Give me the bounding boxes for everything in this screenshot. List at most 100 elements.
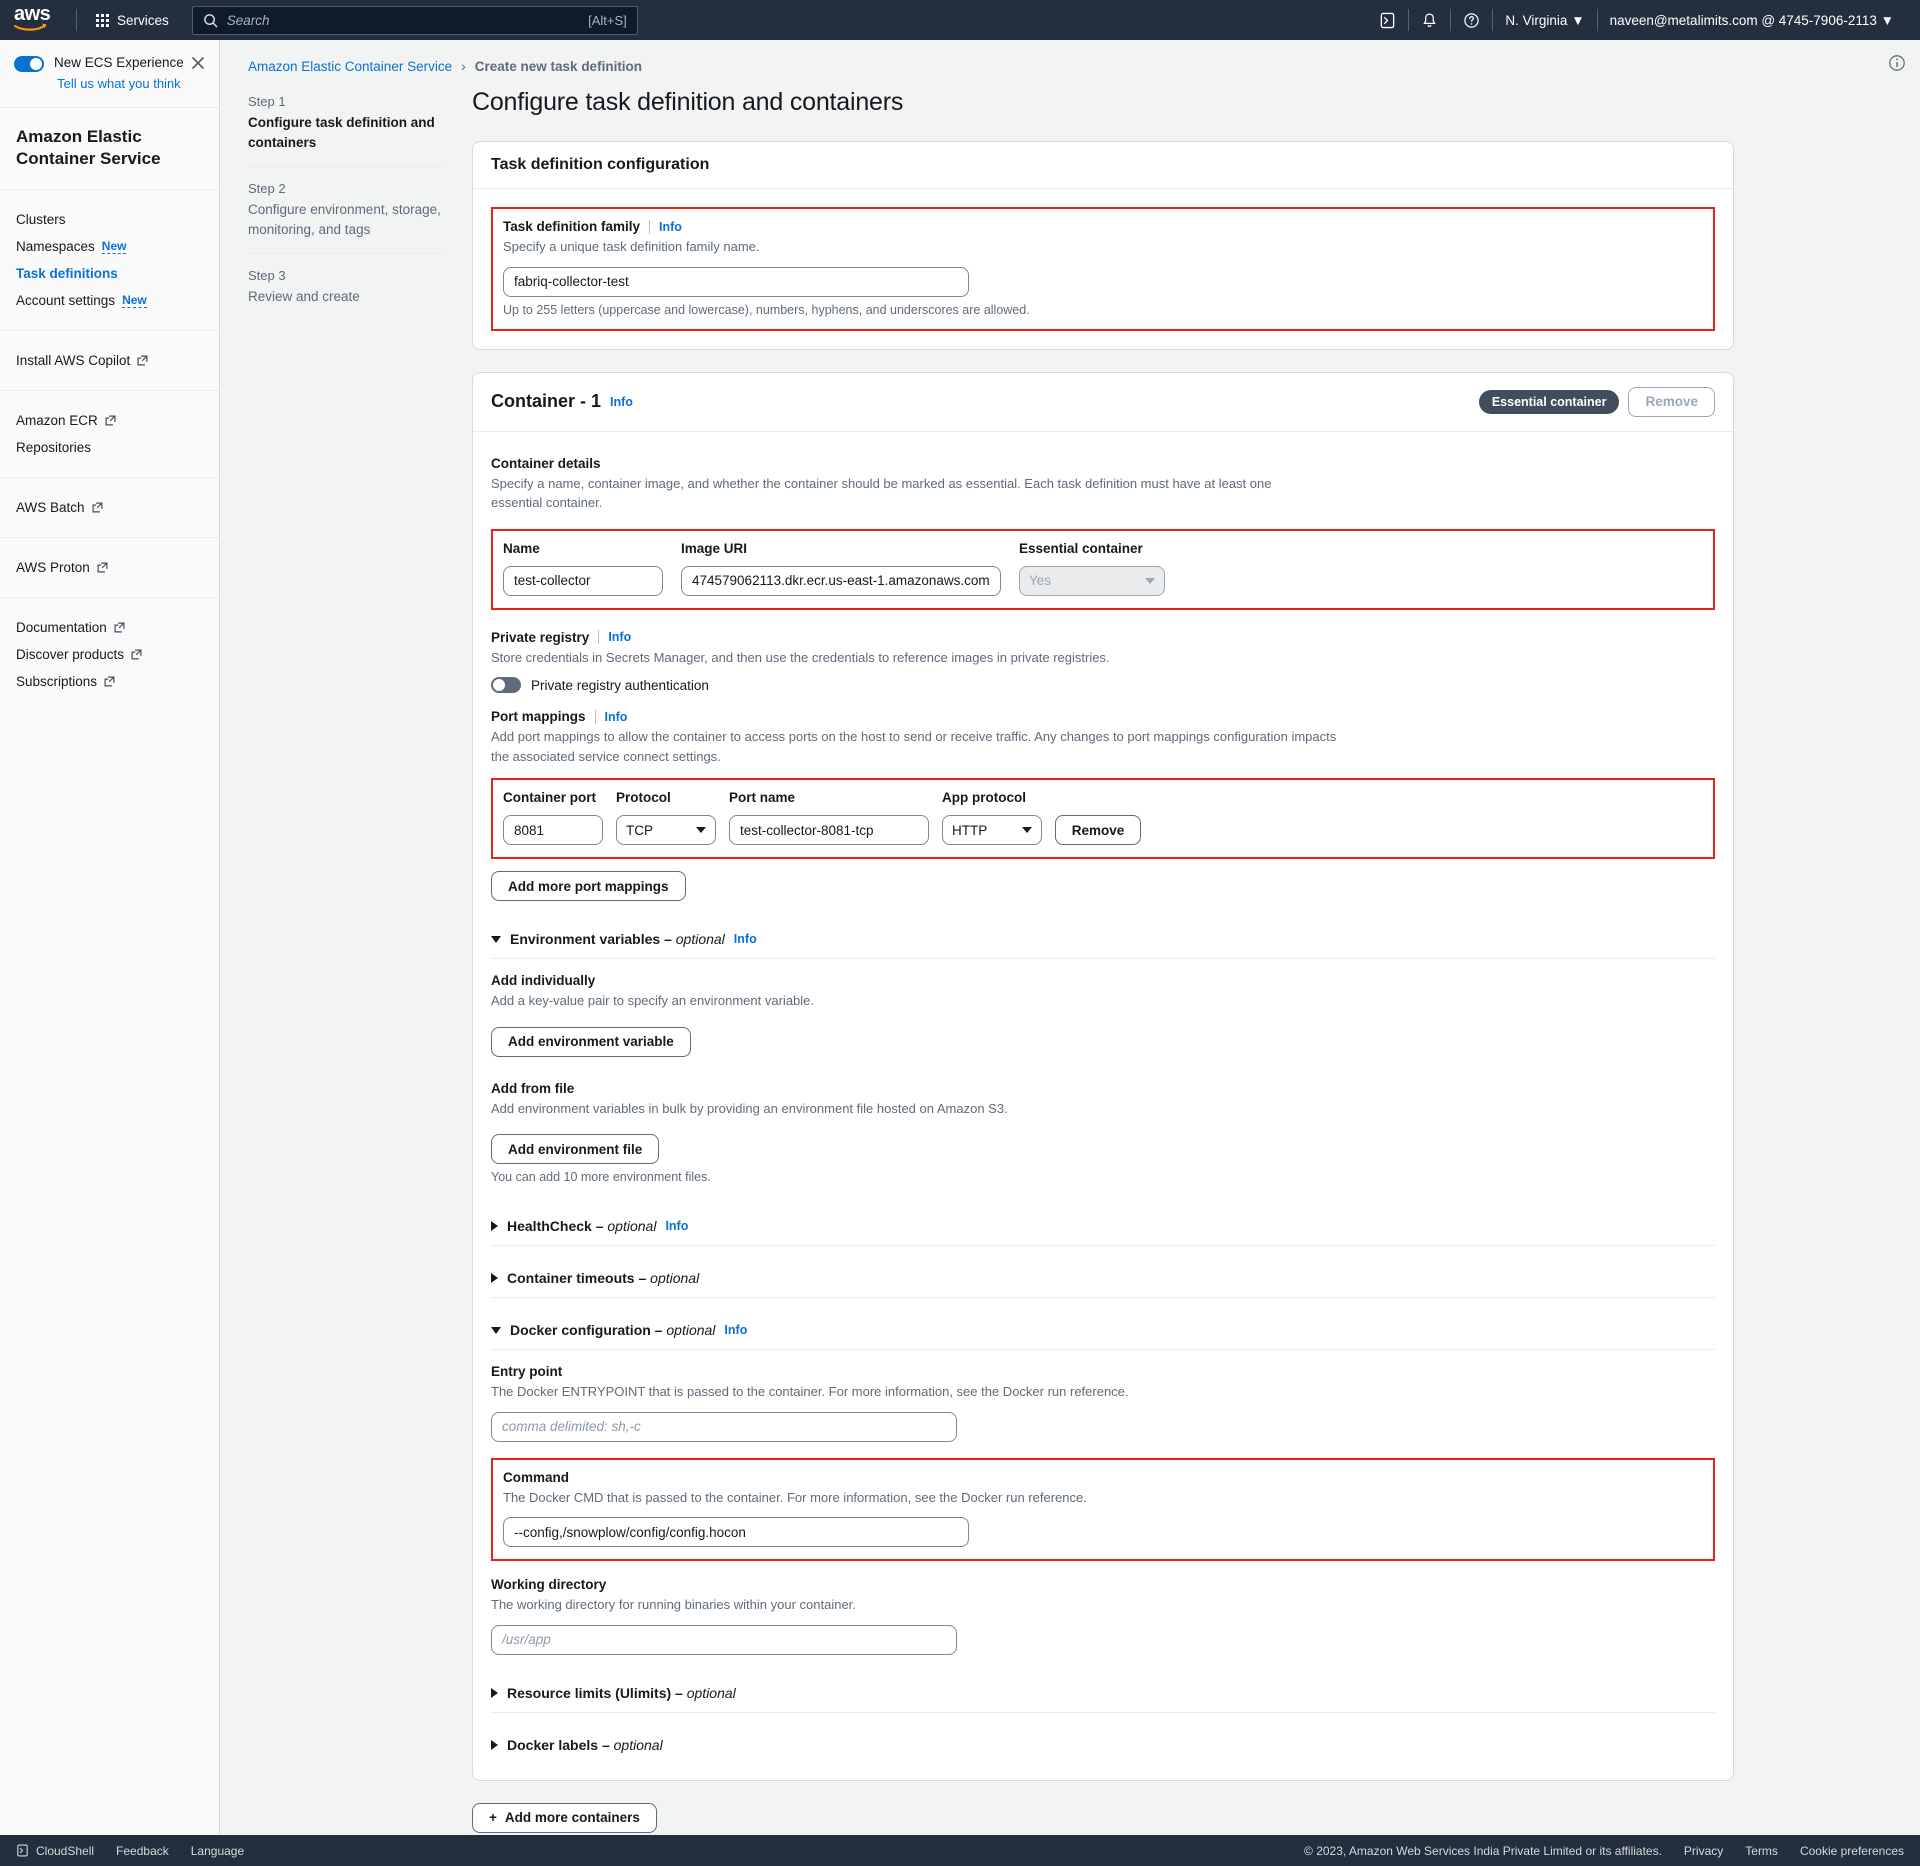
wizard-step-2[interactable]: Step 2 Configure environment, storage, mo… [248, 181, 444, 253]
region-selector[interactable]: N. Virginia ▼ [1493, 7, 1596, 34]
external-link-icon [114, 622, 125, 633]
private-registry-info-link[interactable]: Info [608, 630, 631, 644]
task-definition-family-input[interactable] [503, 266, 969, 297]
protocol-column-header: Protocol [616, 790, 671, 805]
divider [0, 537, 219, 539]
port-name-input[interactable] [729, 815, 929, 845]
remove-container-button[interactable]: Remove [1628, 386, 1715, 417]
container-info-link[interactable]: Info [610, 395, 633, 409]
add-environment-variable-button[interactable]: Add environment variable [491, 1026, 691, 1057]
sidebar-item-documentation[interactable]: Documentation [0, 614, 219, 641]
sidebar-item-clusters[interactable]: Clusters [0, 206, 219, 233]
working-directory-input[interactable] [491, 1624, 957, 1655]
close-icon[interactable] [189, 54, 207, 72]
healthcheck-info-link[interactable]: Info [665, 1219, 688, 1233]
sidebar-item-discover-products[interactable]: Discover products [0, 641, 219, 668]
card-header: Task definition configuration [473, 142, 1733, 189]
sidebar-item-namespaces[interactable]: Namespaces New [0, 233, 219, 260]
card-heading: Task definition configuration [491, 156, 710, 173]
wizard-step-3[interactable]: Step 3 Review and create [248, 268, 444, 321]
cloudshell-footer-button[interactable]: CloudShell [16, 1844, 94, 1858]
divider [248, 253, 444, 255]
wizard-step-1[interactable]: Step 1 Configure task definition and cont… [248, 94, 444, 166]
command-highlight: Command The Docker CMD that is passed to… [491, 1457, 1715, 1561]
add-environment-file-button[interactable]: Add environment file [491, 1134, 660, 1164]
sidebar-item-aws-proton[interactable]: AWS Proton [0, 554, 219, 581]
account-menu[interactable]: naveen@metalimits.com @ 4745-7906-2113 ▼ [1598, 7, 1906, 34]
resource-limits-title-text: Resource limits (Ulimits) [507, 1684, 672, 1701]
container-1-card: Container - 1 Info Essential container R… [472, 371, 1734, 1781]
sidebar-item-subscriptions[interactable]: Subscriptions [0, 668, 219, 695]
essential-select-wrap: Yes [1019, 565, 1165, 596]
terms-link[interactable]: Terms [1745, 1844, 1778, 1858]
environment-variables-info-link[interactable]: Info [734, 932, 757, 946]
sidebar-item-amazon-ecr[interactable]: Amazon ECR [0, 407, 219, 434]
docker-labels-title: Docker labels – optional [507, 1736, 663, 1753]
notifications-icon[interactable] [1409, 7, 1450, 34]
wizard-main-panel: Configure task definition and containers… [444, 88, 1734, 1835]
info-panel-icon[interactable] [1888, 54, 1906, 77]
search-input[interactable] [226, 12, 580, 28]
app-protocol-column-header: App protocol [942, 790, 1026, 805]
family-info-link[interactable]: Info [659, 220, 682, 234]
language-footer-link[interactable]: Language [191, 1844, 244, 1858]
add-more-containers-button[interactable]: + Add more containers [472, 1802, 657, 1833]
page-title: Configure task definition and containers [472, 88, 904, 116]
command-input[interactable] [503, 1517, 969, 1547]
sidebar-item-repositories[interactable]: Repositories [0, 434, 219, 461]
docker-configuration-toggle[interactable]: Docker configuration – optional Info [491, 1312, 1715, 1347]
sidebar-item-aws-batch[interactable]: AWS Batch [0, 494, 219, 521]
container-port-input[interactable] [503, 815, 603, 845]
search-icon [203, 13, 218, 28]
search-shortcut-hint: [Alt+S] [588, 12, 627, 28]
docker-labels-toggle[interactable]: Docker labels – optional [491, 1727, 1715, 1762]
healthcheck-toggle[interactable]: HealthCheck – optional Info [491, 1208, 1715, 1243]
resource-limits-title: Resource limits (Ulimits) – optional [507, 1684, 736, 1701]
cookie-preferences-link[interactable]: Cookie preferences [1800, 1844, 1904, 1858]
docker-configuration-info-link[interactable]: Info [724, 1323, 747, 1337]
container-name-input[interactable] [503, 565, 663, 596]
privacy-link[interactable]: Privacy [1684, 1844, 1723, 1858]
footer-copyright: © 2023, Amazon Web Services India Privat… [1304, 1843, 1662, 1858]
help-icon[interactable] [1451, 7, 1492, 34]
new-badge: New [122, 292, 147, 308]
chevron-down-icon [491, 1326, 501, 1334]
new-experience-toggle[interactable] [14, 56, 44, 72]
global-search-box[interactable]: [Alt+S] [191, 5, 638, 35]
container-timeouts-toggle[interactable]: Container timeouts – optional [491, 1260, 1715, 1295]
services-menu-button[interactable]: Services [87, 8, 178, 33]
remove-port-mapping-button[interactable]: Remove [1055, 815, 1141, 845]
plus-icon: + [489, 1810, 497, 1825]
divider [598, 630, 600, 644]
chevron-right-icon [491, 1273, 498, 1283]
resource-limits-toggle[interactable]: Resource limits (Ulimits) – optional [491, 1675, 1715, 1710]
container-image-uri-input[interactable] [681, 565, 1001, 596]
feedback-link[interactable]: Tell us what you think [54, 75, 184, 93]
divider [491, 1297, 1715, 1298]
entry-point-input[interactable] [491, 1411, 957, 1442]
protocol-select[interactable]: TCP [616, 815, 716, 845]
resource-limits-optional-text: optional [686, 1684, 736, 1701]
chevron-down-icon [491, 935, 501, 943]
add-more-port-mappings-button[interactable]: Add more port mappings [491, 871, 686, 901]
add-from-file-heading: Add from file [491, 1080, 575, 1096]
essential-container-select[interactable]: Yes [1019, 565, 1165, 596]
environment-variables-toggle[interactable]: Environment variables – optional Info [491, 921, 1715, 956]
sidebar-item-account-settings[interactable]: Account settings New [0, 287, 219, 314]
private-registry-auth-toggle[interactable] [491, 677, 521, 693]
sidebar-item-install-aws-copilot[interactable]: Install AWS Copilot [0, 347, 219, 374]
sidebar-item-label: Documentation [16, 620, 107, 636]
chevron-down-icon [696, 827, 706, 833]
cloudshell-icon[interactable] [1367, 7, 1408, 34]
main-content-area: Amazon Elastic Container Service › Creat… [220, 40, 1920, 1835]
sidebar-item-task-definitions[interactable]: Task definitions [0, 260, 219, 287]
sidebar-groups: Clusters Namespaces New Task definitions Acc… [0, 198, 219, 703]
container-timeouts-section: Container timeouts – optional [491, 1260, 1715, 1298]
aws-logo[interactable]: aws [14, 4, 54, 33]
container-timeouts-title: Container timeouts – optional [507, 1270, 700, 1286]
app-protocol-select[interactable]: HTTP [942, 815, 1042, 845]
feedback-footer-link[interactable]: Feedback [116, 1844, 169, 1858]
breadcrumb-root-link[interactable]: Amazon Elastic Container Service [248, 59, 452, 74]
task-definition-family-highlight: Task definition family Info Specify a un… [491, 207, 1715, 331]
port-mappings-info-link[interactable]: Info [605, 710, 628, 724]
